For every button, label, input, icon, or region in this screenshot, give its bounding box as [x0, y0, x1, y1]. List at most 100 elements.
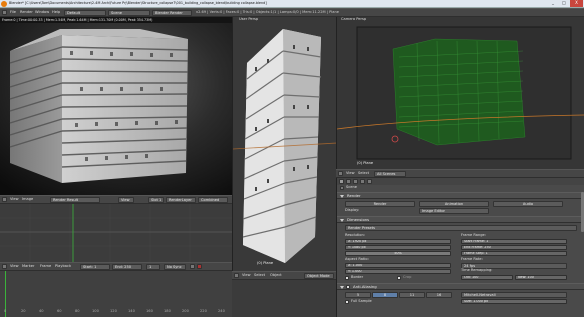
mode-selector[interactable]: Object Mode [304, 273, 334, 279]
scene-path-icon [340, 186, 344, 190]
view3d-type-icon[interactable] [234, 273, 239, 278]
layers-tab-icon[interactable] [346, 179, 351, 184]
filter-size-field[interactable]: Size: 1.000 px [461, 299, 567, 304]
active-object-label: (0) Plane [257, 261, 274, 265]
time-remap-old-field[interactable]: Old: 100 [461, 275, 513, 280]
dimensions-panel-title: Dimensions [347, 217, 370, 222]
timeline-menu-playback[interactable]: Playback [55, 264, 71, 269]
crop-checkbox[interactable] [397, 276, 401, 280]
ruler-label: 20 [21, 309, 26, 313]
pass-selector[interactable]: Combined [198, 197, 228, 203]
minimize-button[interactable]: _ [548, 0, 558, 7]
menu-help[interactable]: Help [52, 10, 60, 15]
audio-button[interactable]: Audio [493, 201, 563, 207]
render-layer-selector[interactable]: RenderLayer [166, 197, 196, 203]
scene-stats: v2.69 | Verts:0 | Faces:0 | Tris:0 | Obj… [196, 10, 339, 14]
properties-tabs [337, 178, 584, 185]
camera-active-object-label: (0) Plane [357, 161, 374, 165]
frame-range-label: Frame Range: [461, 233, 486, 237]
timeline-end-field[interactable]: End: 250 [112, 264, 142, 270]
sync-selector[interactable]: No Sync [164, 264, 186, 270]
editor-type-icon[interactable] [2, 10, 7, 15]
antialiasing-panel-title: Anti-Aliasing [353, 284, 377, 289]
object-tab-icon[interactable] [367, 179, 372, 184]
image-menu-view[interactable]: View [10, 197, 19, 202]
timeline-menu-frame[interactable]: Frame [40, 264, 51, 269]
timeline-menu-view[interactable]: View [10, 264, 19, 269]
current-frame-field[interactable]: 1 [146, 264, 160, 270]
time-remap-new-field[interactable]: New: 100 [515, 275, 567, 280]
crop-label: Crop [403, 275, 412, 279]
ruler-label: 60 [57, 309, 62, 313]
user-persp-viewport[interactable]: User Persp (0) Plane [232, 17, 336, 271]
ruler-label: 240 [218, 309, 225, 313]
animation-button[interactable]: Animation [419, 201, 489, 207]
ruler-label: 200 [182, 309, 189, 313]
timeline-start-field[interactable]: Start: 1 [80, 264, 110, 270]
camera-scene-selector[interactable]: All Scenes [374, 171, 406, 177]
camera-persp-viewport[interactable]: Camera Persp (0) Plane [336, 17, 584, 169]
aa-samples-11[interactable]: 11 [399, 292, 425, 298]
render-image-editor[interactable]: Frame:0 | Time:00:00.33 | Mem:1.54M, Pea… [0, 17, 232, 195]
frame-step-field[interactable]: Frame Step: 1 [461, 251, 567, 256]
keying-set-icon[interactable] [190, 264, 195, 269]
full-sample-checkbox[interactable] [345, 300, 349, 304]
record-keyframe-icon[interactable] [197, 264, 202, 269]
start-frame-field[interactable]: Start Frame: 1 [461, 239, 567, 244]
image-editor-header: View Image Render Result View Slot 1 Ren… [0, 195, 232, 204]
aspect-y-field[interactable]: Y: 1.000 [345, 269, 451, 274]
resolution-x-field[interactable]: X: 1920 px [345, 239, 451, 244]
image-name-field[interactable]: Render Result [50, 197, 100, 203]
world-tab-icon[interactable] [360, 179, 365, 184]
timeline-ruler[interactable]: 0 20 40 60 80 100 120 140 160 180 200 22… [0, 271, 232, 317]
scene-selector[interactable]: Scene [108, 10, 150, 16]
menu-render[interactable]: Render [20, 10, 33, 15]
render-tab-icon[interactable] [339, 179, 344, 184]
slot-selector[interactable]: Slot 1 [148, 197, 164, 203]
ruler-label: 160 [146, 309, 153, 313]
render-panel-header[interactable]: Render [337, 192, 584, 199]
user-persp-building [233, 29, 336, 263]
scene-tab-icon[interactable] [353, 179, 358, 184]
close-button[interactable]: X [570, 0, 583, 7]
view-button[interactable]: View [118, 197, 134, 203]
end-frame-field[interactable]: End Frame: 250 [461, 245, 567, 250]
maximize-button[interactable]: □ [559, 0, 569, 7]
resolution-percent-slider[interactable]: 50% [345, 251, 451, 256]
camera-menu-view[interactable]: View [346, 171, 355, 176]
aa-samples-5[interactable]: 5 [345, 292, 371, 298]
aspect-x-field[interactable]: X: 1.000 [345, 263, 451, 268]
image-menu-image[interactable]: Image [22, 197, 33, 202]
camera-menu-select[interactable]: Select [358, 171, 369, 176]
window-titlebar: Blender* [C:\Users\Tom\Documents\Archite… [0, 0, 584, 8]
timeline-type-icon[interactable] [2, 264, 7, 269]
view3d-menu-object[interactable]: Object [270, 273, 282, 278]
render-presets-selector[interactable]: Render Presets [345, 225, 577, 231]
properties-editor[interactable]: Scene Render Render Animation Audio Disp… [336, 178, 584, 317]
frame-rate-label: Frame Rate: [461, 257, 483, 261]
view3d-menu-view[interactable]: View [242, 273, 251, 278]
aa-filter-selector[interactable]: Mitchell-Netravali [461, 292, 567, 298]
view3d-menu-select[interactable]: Select [254, 273, 265, 278]
layout-selector[interactable]: Default [64, 10, 106, 16]
border-checkbox[interactable] [345, 276, 349, 280]
aa-samples-8[interactable]: 8 [372, 292, 398, 298]
dimensions-panel-header[interactable]: Dimensions [337, 216, 584, 223]
timeline-graph-area[interactable] [0, 204, 232, 262]
aa-samples-16[interactable]: 16 [426, 292, 452, 298]
menu-window[interactable]: Window [35, 10, 49, 15]
antialiasing-panel-header[interactable]: Anti-Aliasing [337, 283, 584, 290]
chevron-down-icon [340, 195, 344, 198]
menu-file[interactable]: File [10, 10, 16, 15]
render-engine-selector[interactable]: Blender Render [152, 10, 192, 16]
info-header: File Render Window Help Default Scene Bl… [0, 8, 584, 17]
display-selector[interactable]: Image Editor [419, 208, 489, 214]
render-panel-title: Render [347, 193, 361, 198]
resolution-y-field[interactable]: Y: 1080 px [345, 245, 451, 250]
camera-view-type-icon[interactable] [338, 171, 343, 176]
timeline-menu-marker[interactable]: Marker [22, 264, 34, 269]
antialiasing-checkbox[interactable] [346, 285, 350, 289]
ruler-label: 180 [164, 309, 171, 313]
render-button[interactable]: Render [345, 201, 415, 207]
image-editor-type-icon[interactable] [2, 197, 7, 202]
